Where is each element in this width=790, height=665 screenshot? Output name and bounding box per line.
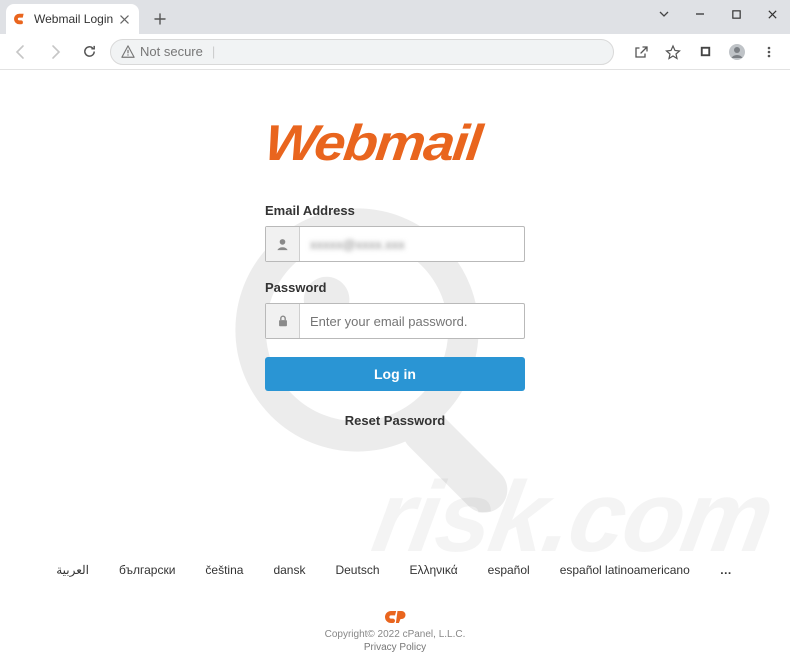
locale-option[interactable]: български xyxy=(119,563,175,577)
reset-password-link[interactable]: Reset Password xyxy=(265,413,525,428)
window-titlebar: Webmail Login xyxy=(0,0,790,34)
share-icon[interactable] xyxy=(628,39,654,65)
privacy-policy-link[interactable]: Privacy Policy xyxy=(0,642,790,653)
extensions-icon[interactable] xyxy=(692,39,718,65)
not-secure-warning: Not secure | xyxy=(121,44,215,59)
password-input[interactable] xyxy=(300,304,524,338)
user-icon xyxy=(266,227,300,261)
locale-selector: العربية български čeština dansk Deutsch … xyxy=(0,553,790,587)
locale-option[interactable]: español xyxy=(488,563,530,577)
password-input-group xyxy=(265,303,525,339)
email-input-group xyxy=(265,226,525,262)
login-form: Email Address Password Log in Reset Pass… xyxy=(265,203,525,428)
browser-tab[interactable]: Webmail Login xyxy=(6,4,139,34)
forward-button[interactable] xyxy=(42,39,68,65)
cpanel-logo-icon xyxy=(384,609,406,625)
password-label: Password xyxy=(265,280,525,295)
page-content: risk.com Webmail Email Address Password … xyxy=(0,70,790,665)
security-text: Not secure xyxy=(140,44,203,59)
locale-option[interactable]: Ελληνικά xyxy=(410,563,458,577)
locale-option[interactable]: العربية xyxy=(56,563,89,577)
lock-icon xyxy=(266,304,300,338)
warning-icon xyxy=(121,45,135,59)
locale-option[interactable]: čeština xyxy=(205,563,243,577)
bookmark-star-icon[interactable] xyxy=(660,39,686,65)
copyright-text: Copyright© 2022 cPanel, L.L.C. xyxy=(0,629,790,640)
cpanel-favicon xyxy=(14,12,28,26)
email-label: Email Address xyxy=(265,203,525,218)
locale-option[interactable]: español latinoamericano xyxy=(560,563,690,577)
new-tab-button[interactable] xyxy=(147,6,173,32)
footer: Copyright© 2022 cPanel, L.L.C. Privacy P… xyxy=(0,609,790,653)
browser-toolbar: Not secure | xyxy=(0,34,790,70)
locale-option[interactable]: dansk xyxy=(273,563,305,577)
maximize-button[interactable] xyxy=(718,0,754,28)
address-bar[interactable]: Not secure | xyxy=(110,39,614,65)
back-button[interactable] xyxy=(8,39,34,65)
email-input[interactable] xyxy=(300,227,524,261)
profile-avatar-icon[interactable] xyxy=(724,39,750,65)
minimize-button[interactable] xyxy=(682,0,718,28)
webmail-logo: Webmail xyxy=(262,113,529,172)
locale-option[interactable]: Deutsch xyxy=(335,563,379,577)
tab-close-icon[interactable] xyxy=(119,14,129,24)
kebab-menu-icon[interactable] xyxy=(756,39,782,65)
close-button[interactable] xyxy=(754,0,790,28)
tab-title: Webmail Login xyxy=(34,12,113,26)
reload-button[interactable] xyxy=(76,39,102,65)
chevron-down-icon[interactable] xyxy=(646,0,682,28)
login-button[interactable]: Log in xyxy=(265,357,525,391)
locale-more[interactable]: … xyxy=(720,563,734,577)
